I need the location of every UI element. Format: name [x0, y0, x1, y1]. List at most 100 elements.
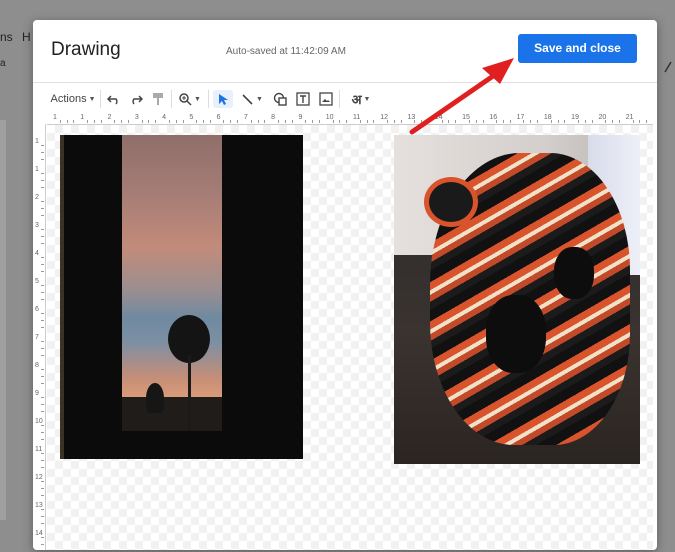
ruler-minor-tick	[332, 120, 334, 123]
shape-icon[interactable]	[271, 90, 289, 108]
ruler-minor-tick	[41, 257, 44, 258]
autosave-status: Auto-saved at 11:42:09 AM	[226, 46, 346, 57]
ruler-minor-tick	[41, 159, 44, 160]
hindi-input-icon: अ	[351, 92, 362, 107]
ruler-tick-label: 8	[271, 114, 276, 121]
ruler-tick-label: 7	[243, 114, 248, 121]
ruler-minor-tick	[148, 120, 150, 123]
tree-trunk	[188, 355, 191, 431]
doc-menu-item[interactable]: H	[22, 30, 31, 44]
ruler-minor-tick	[41, 299, 44, 300]
save-and-close-button[interactable]: Save and close	[518, 34, 637, 63]
redo-icon[interactable]	[127, 90, 145, 108]
ruler-minor-tick	[448, 120, 450, 123]
doc-menu-item[interactable]: ns	[0, 30, 13, 44]
striped-vase-photo[interactable]	[394, 135, 640, 464]
ruler-minor-tick	[284, 120, 286, 123]
ruler-minor-tick	[550, 120, 552, 123]
drawing-toolbar: Actions ▼ ▼ ▼ अ ▼	[33, 82, 657, 115]
chevron-down-icon: ▼	[363, 95, 371, 103]
ruler-minor-tick	[496, 120, 498, 123]
ruler-tick-label: 11	[35, 446, 43, 453]
ruler-minor-tick	[41, 285, 44, 286]
ruler-minor-tick	[41, 355, 44, 356]
ruler-minor-tick	[509, 120, 511, 123]
ruler-minor-tick	[128, 120, 129, 123]
undo-icon[interactable]	[105, 90, 123, 108]
ruler-minor-tick	[41, 243, 44, 244]
ruler-minor-tick	[537, 120, 539, 123]
ruler-minor-tick	[393, 120, 395, 123]
ruler-minor-tick	[41, 341, 44, 342]
ruler-minor-tick	[523, 120, 525, 123]
toolbar-divider	[208, 90, 209, 108]
ruler-minor-tick	[428, 120, 429, 123]
ruler-minor-tick	[41, 404, 44, 405]
ruler-tick-label: 6	[35, 306, 39, 313]
ruler-minor-tick	[400, 120, 402, 123]
ruler-minor-tick	[41, 264, 44, 265]
ruler-minor-tick	[87, 120, 89, 123]
ruler-minor-tick	[584, 120, 586, 123]
ruler-minor-tick	[100, 120, 102, 123]
ruler-minor-tick	[414, 120, 416, 123]
ruler-minor-tick	[41, 432, 44, 433]
ruler-minor-tick	[41, 460, 44, 461]
image-icon[interactable]	[317, 90, 335, 108]
doc-side-ruler	[0, 120, 6, 520]
ruler-minor-tick	[41, 425, 44, 426]
ruler-minor-tick	[41, 145, 44, 146]
select-arrow-icon[interactable]	[213, 90, 233, 108]
ruler-minor-tick	[41, 516, 44, 517]
ruler-minor-tick	[578, 120, 579, 123]
window-sunset-photo[interactable]	[60, 135, 303, 459]
ruler-minor-tick	[264, 120, 266, 123]
ruler-minor-tick	[639, 120, 641, 123]
paint-format-icon[interactable]	[149, 90, 167, 108]
ruler-minor-tick	[41, 439, 44, 440]
ruler-minor-tick	[41, 201, 44, 202]
ruler-minor-tick	[175, 120, 177, 123]
ruler-minor-tick	[312, 120, 314, 123]
ground	[122, 397, 222, 431]
ruler-minor-tick	[455, 120, 457, 123]
ruler-minor-tick	[41, 453, 44, 454]
zoom-icon[interactable]: ▼	[176, 90, 204, 108]
ruler-tick-label: 12	[35, 474, 43, 481]
ruler-minor-tick	[182, 120, 184, 123]
ruler-minor-tick	[41, 509, 44, 510]
ruler-tick-label: 1	[53, 114, 57, 121]
chevron-down-icon: ▼	[256, 95, 263, 103]
ruler-minor-tick	[366, 120, 368, 123]
ruler-minor-tick	[66, 120, 68, 123]
ruler-minor-tick	[387, 120, 389, 123]
ruler-tick-label: 1	[80, 114, 85, 121]
small-tree	[146, 383, 164, 413]
ruler-minor-tick	[305, 120, 307, 123]
ruler-minor-tick	[359, 120, 361, 123]
ruler-minor-tick	[114, 120, 116, 123]
ruler-minor-tick	[41, 537, 44, 538]
ruler-minor-tick	[237, 120, 239, 123]
ruler-minor-tick	[41, 411, 44, 412]
input-tools-button[interactable]: अ ▼	[345, 90, 377, 108]
text-box-icon[interactable]	[294, 90, 312, 108]
pen-icon[interactable]	[663, 60, 673, 74]
ruler-minor-tick	[632, 120, 634, 123]
line-icon[interactable]: ▼	[237, 90, 267, 108]
actions-menu[interactable]: Actions ▼	[50, 90, 96, 108]
toolbar-divider	[171, 90, 172, 108]
actions-label: Actions	[50, 93, 87, 105]
toolbar-divider	[100, 90, 101, 108]
ruler-minor-tick	[41, 327, 44, 328]
ruler-minor-tick	[41, 173, 44, 174]
ruler-tick-label: 4	[35, 250, 39, 257]
window-pane	[122, 135, 222, 431]
doc-toolbar-item[interactable]: a	[0, 58, 6, 69]
ruler-tick-label: 9	[35, 390, 39, 397]
vase-spout	[424, 177, 478, 227]
ruler-minor-tick	[141, 120, 143, 123]
ruler-minor-tick	[475, 120, 477, 123]
ruler-minor-tick	[41, 544, 44, 545]
ruler-tick-label: 5	[189, 114, 194, 121]
